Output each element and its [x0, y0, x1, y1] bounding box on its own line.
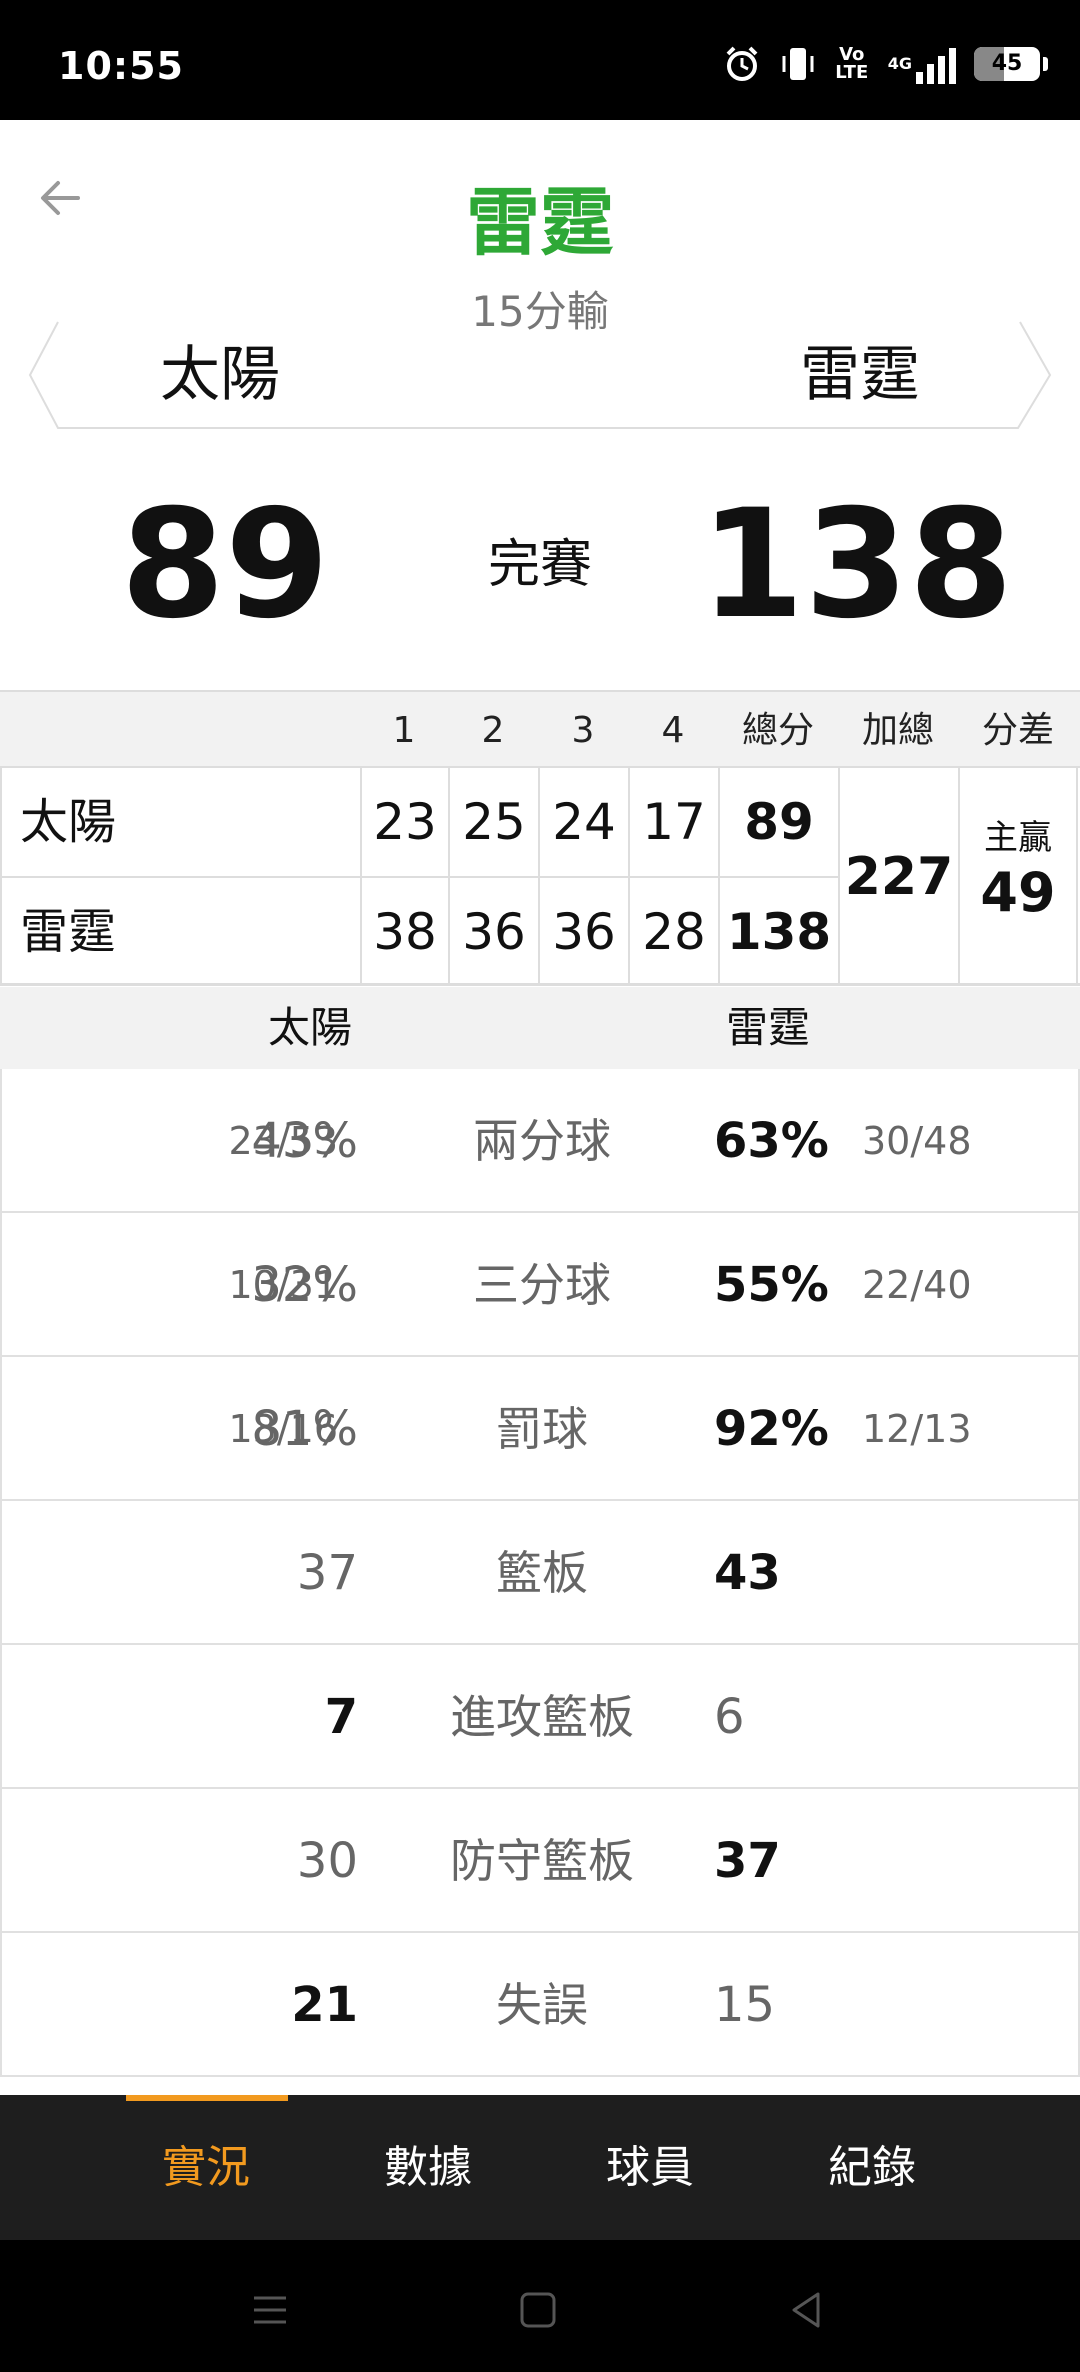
team-name: 雷霆	[0, 878, 360, 986]
bottom-tab-bar: 實況 數據 球員 紀錄	[0, 2095, 1080, 2240]
stat-row: 30 防守籃板 37	[0, 1789, 1080, 1933]
stat-left-value: 81%	[251, 1401, 358, 1457]
team-name: 太陽	[0, 768, 360, 876]
table-row: 太陽 23 25 24 17 89	[0, 768, 840, 876]
stat-left-value: 7	[324, 1689, 358, 1745]
header-sum: 加總	[861, 710, 934, 751]
winner-title: 雷霆	[466, 180, 614, 266]
volte-icon: Vo LTE	[835, 44, 869, 83]
total-score: 89	[718, 768, 838, 876]
stat-right-fraction: 22/40	[862, 1263, 972, 1307]
diff-label: 主贏	[984, 818, 1052, 858]
stat-left-value: 43%	[251, 1113, 358, 1169]
tab-live[interactable]: 實況	[106, 2095, 306, 2240]
score-right: 138	[700, 478, 1014, 652]
status-icons: Vo LTE 4G 45	[722, 44, 1048, 84]
header-q3: 3	[571, 710, 595, 751]
team-left-name[interactable]: 太陽	[120, 330, 320, 420]
stat-right-value: 92%	[714, 1401, 829, 1457]
menu-icon[interactable]	[240, 2280, 300, 2340]
stat-row: 21 失誤 15	[0, 1933, 1080, 2077]
stat-label: 三分球	[473, 1258, 611, 1312]
header-total: 總分	[741, 710, 814, 751]
stat-right-value: 37	[714, 1833, 781, 1889]
vibrate-icon	[782, 48, 814, 80]
game-status: 完賽	[487, 535, 592, 595]
stat-right-value: 6	[714, 1689, 745, 1745]
stat-row: 10/31 32% 三分球 55% 22/40	[0, 1213, 1080, 1357]
stats-team-right: 雷霆	[725, 1003, 810, 1052]
alarm-icon	[726, 46, 758, 81]
header-q2: 2	[481, 710, 505, 751]
stats-team-left: 太陽	[267, 1003, 352, 1052]
stat-label: 進攻籃板	[450, 1690, 634, 1744]
q3-score: 24	[538, 768, 628, 876]
stat-right-fraction: 12/13	[862, 1407, 972, 1451]
stat-left-value: 37	[296, 1545, 358, 1601]
signal-icon	[916, 46, 956, 84]
total-score: 138	[718, 878, 838, 986]
back-icon[interactable]	[776, 2280, 836, 2340]
stat-label: 防守籃板	[450, 1834, 634, 1888]
tab-records[interactable]: 紀錄	[772, 2095, 972, 2240]
stat-right-value: 55%	[714, 1257, 829, 1313]
q4-score: 28	[628, 878, 718, 986]
stat-right-fraction: 30/48	[862, 1119, 972, 1163]
stat-label: 籃板	[496, 1546, 588, 1600]
quarter-table-header: 1 2 3 4 總分 加總 分差	[0, 690, 1080, 768]
stat-right-value: 43	[714, 1545, 781, 1601]
table-row: 雷霆 38 36 36 28 138	[0, 878, 840, 986]
q4-score: 17	[628, 768, 718, 876]
stat-row: 7 進攻籃板 6	[0, 1645, 1080, 1789]
stat-right-value: 63%	[714, 1113, 829, 1169]
q3-score: 36	[538, 878, 628, 986]
network-type: 4G	[887, 54, 912, 73]
q2-score: 36	[448, 878, 538, 986]
combined-total: 227	[838, 768, 958, 986]
stat-row: 23/53 43% 兩分球 63% 30/48	[0, 1069, 1080, 1213]
q1-score: 23	[360, 768, 448, 876]
header-q4: 4	[661, 710, 685, 751]
stat-left-value: 30	[296, 1833, 358, 1889]
team-right-name[interactable]: 雷霆	[760, 330, 960, 420]
stat-row: 37 籃板 43	[0, 1501, 1080, 1645]
stat-label: 罰球	[496, 1402, 588, 1456]
stat-right-value: 15	[714, 1977, 776, 2033]
diff-value: 49	[980, 861, 1056, 924]
stat-row: 13/16 81% 罰球 92% 12/13	[0, 1357, 1080, 1501]
stats-header: 太陽 雷霆	[0, 987, 1080, 1069]
status-bar: 10:55 Vo LTE 4G 45	[0, 0, 1080, 120]
stat-left-value: 21	[291, 1977, 358, 2033]
header-q1: 1	[392, 710, 416, 751]
battery-icon: 45	[974, 47, 1048, 81]
stat-label: 兩分球	[473, 1114, 611, 1168]
score-left: 89	[120, 478, 330, 652]
tab-players[interactable]: 球員	[550, 2095, 750, 2240]
q1-score: 38	[360, 878, 448, 986]
stat-label: 失誤	[496, 1978, 588, 2032]
stat-left-value: 32%	[251, 1257, 358, 1313]
clock: 10:55	[58, 44, 184, 88]
header-diff: 分差	[981, 710, 1054, 751]
tab-data[interactable]: 數據	[328, 2095, 528, 2240]
system-nav-bar	[0, 2240, 1080, 2372]
home-icon[interactable]	[508, 2280, 568, 2340]
battery-level: 45	[991, 51, 1023, 76]
quarter-table-body: 太陽 23 25 24 17 89 雷霆 38 36 36 28 138 227…	[0, 768, 1080, 986]
point-difference: 主贏 49	[958, 768, 1078, 986]
q2-score: 25	[448, 768, 538, 876]
